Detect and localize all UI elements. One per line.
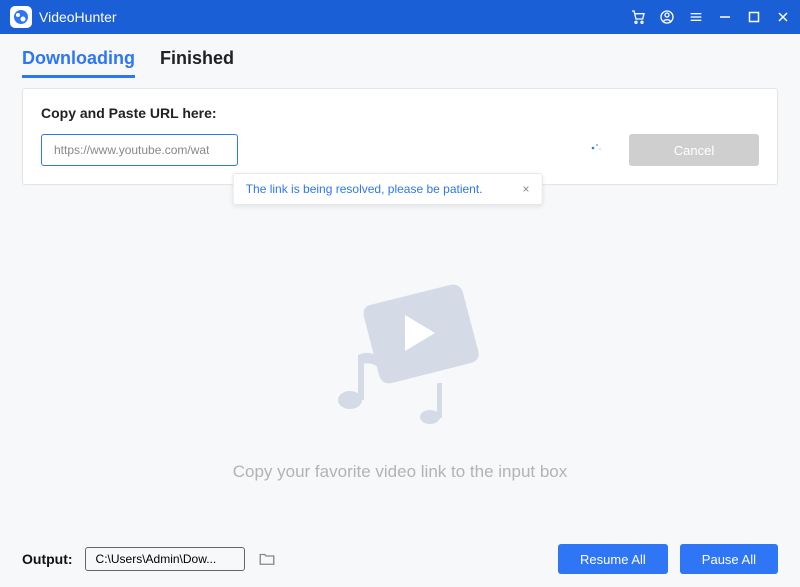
logo-wrap: VideoHunter — [10, 6, 117, 28]
url-input[interactable] — [41, 134, 238, 166]
pause-all-button[interactable]: Pause All — [680, 544, 778, 574]
placeholder-illustration-icon — [300, 255, 500, 440]
menu-icon[interactable] — [687, 8, 705, 26]
resolving-tooltip: The link is being resolved, please be pa… — [233, 173, 543, 205]
cancel-button[interactable]: Cancel — [629, 134, 759, 166]
url-panel: Copy and Paste URL here: Cancel The link… — [22, 88, 778, 185]
cart-icon[interactable] — [629, 8, 647, 26]
app-logo-icon — [10, 6, 32, 28]
tab-downloading[interactable]: Downloading — [22, 48, 135, 78]
resume-all-button[interactable]: Resume All — [558, 544, 668, 574]
title-bar: VideoHunter — [0, 0, 800, 34]
tooltip-close-icon[interactable]: × — [523, 182, 530, 196]
browse-folder-icon[interactable] — [257, 550, 277, 568]
url-input-wrap — [41, 134, 611, 166]
bottom-bar: Output: C:\Users\Admin\Dow... Resume All… — [0, 531, 800, 587]
minimize-button[interactable] — [716, 8, 734, 26]
account-icon[interactable] — [658, 8, 676, 26]
output-label: Output: — [22, 551, 73, 567]
placeholder-text: Copy your favorite video link to the inp… — [233, 462, 568, 482]
app-title: VideoHunter — [39, 9, 117, 25]
main-tabs: Downloading Finished — [0, 34, 800, 78]
close-button[interactable] — [774, 8, 792, 26]
tab-finished[interactable]: Finished — [160, 48, 234, 78]
maximize-button[interactable] — [745, 8, 763, 26]
main-empty-area: Copy your favorite video link to the inp… — [0, 185, 800, 531]
url-label: Copy and Paste URL here: — [41, 105, 759, 121]
output-path[interactable]: C:\Users\Admin\Dow... — [85, 547, 245, 571]
window-controls — [629, 8, 792, 26]
tooltip-message: The link is being resolved, please be pa… — [246, 182, 483, 196]
loading-spinner-icon — [591, 141, 603, 159]
